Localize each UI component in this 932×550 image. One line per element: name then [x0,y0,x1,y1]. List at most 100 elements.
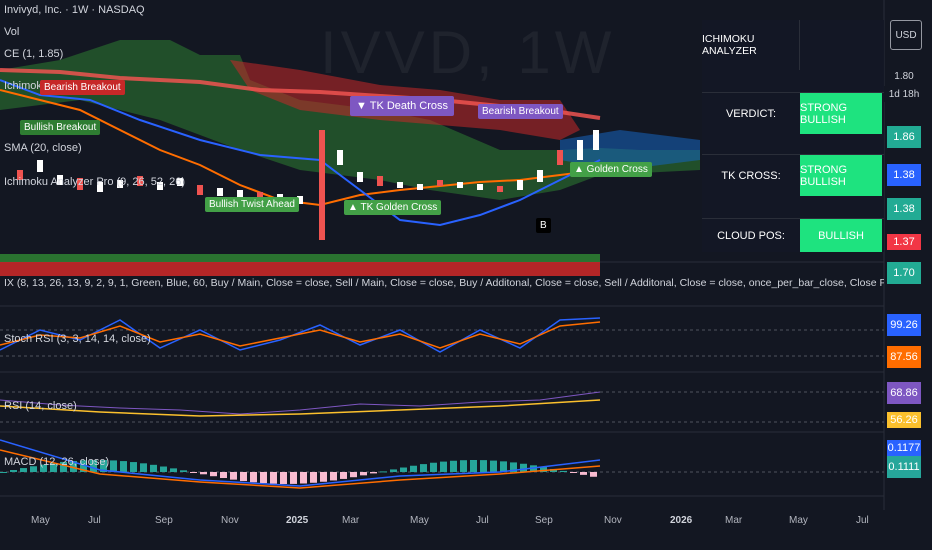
macd-histogram-bar [10,470,17,472]
candle [197,185,203,195]
macd-histogram-bar [350,472,357,478]
legend-analyzer[interactable]: Ichimoku Analyzer Pro (9, 26, 52, 26) [4,176,185,188]
macd-histogram-bar [130,462,137,472]
price-tag-stoch-d: 87.56 [887,346,921,368]
analyzer-value: STRONG BULLISH [800,93,882,134]
macd-histogram-bar [320,472,327,482]
time-axis-label: 2025 [286,515,309,526]
candle [477,184,483,190]
macd-histogram-bar [380,471,387,473]
time-axis-label: May [31,515,50,526]
macd-histogram-bar [420,464,427,472]
time-axis-label: May [410,515,429,526]
analyzer-key: VERDICT: [725,107,777,120]
time-axis-label: Jul [88,515,101,526]
time-axis-label: Jul [856,515,869,526]
price-tag-stoch-k: 99.26 [887,314,921,336]
macd-histogram-bar [490,460,497,472]
rsi-legend[interactable]: RSI (14, close) [4,400,77,412]
legend-chandelier[interactable]: CE (1, 1.85) [4,48,63,60]
macd-histogram-bar [500,461,507,472]
rsi-ma-line [0,399,601,417]
candle [593,130,599,150]
ichimoku-analyzer-table: ICHIMOKU ANALYZER VERDICT: STRONG BULLIS… [702,20,884,252]
tk-death-cross-badge: ▼ TK Death Cross [350,96,454,116]
buy-marker: B [536,218,551,233]
macd-histogram-bar [170,468,177,472]
time-axis-label: 2026 [670,515,693,526]
price-tag-macd-hist: 0.1111 [887,456,921,478]
macd-histogram-bar [150,464,157,472]
bearish-breakout-badge: Bearish Breakout [40,80,125,95]
price-tag-rsi-ma: 56.26 [887,412,921,428]
macd-histogram-bar [300,472,307,484]
macd-histogram-bar [430,462,437,472]
currency-button[interactable]: USD [890,20,922,50]
macd-histogram-bar [330,472,337,481]
time-axis-label: Nov [604,515,622,526]
strategy-legend[interactable]: IX (8, 13, 26, 13, 9, 2, 9, 1, Green, Bl… [4,277,884,289]
macd-legend[interactable]: MACD (12, 26, close) [4,456,109,468]
countdown-price: 1.80 [887,68,921,84]
macd-histogram-bar [450,460,457,472]
macd-histogram-bar [460,460,467,472]
macd-histogram-bar [560,470,567,472]
macd-histogram-bar [230,472,237,480]
candle [417,184,423,190]
bar-countdown: 1d 18h [884,86,924,102]
legend-volume[interactable]: Vol [4,26,19,38]
macd-histogram-bar [360,472,367,476]
macd-histogram-bar [310,472,317,483]
analyzer-row-tk-cross: TK CROSS: STRONG BULLISH [702,154,884,196]
macd-histogram-bar [280,472,287,484]
macd-histogram-bar [260,472,267,484]
candle [437,180,443,186]
macd-histogram-bar [440,461,447,472]
macd-histogram-bar [220,472,227,479]
lower-panes [0,254,601,489]
price-tag-macd: 0.1177 [887,440,921,456]
tk-golden-cross-badge: ▲ TK Golden Cross [344,200,442,215]
macd-histogram-bar [580,472,587,475]
macd-histogram-bar [340,472,347,479]
macd-histogram-bar [390,469,397,472]
macd-histogram-bar [480,460,487,472]
candle [397,182,403,188]
stoch-rsi-legend[interactable]: Stoch RSI (3, 3, 14, 14, close) [4,333,151,345]
macd-histogram-bar [470,460,477,472]
macd-histogram-bar [160,466,167,472]
macd-histogram-bar [180,470,187,472]
macd-histogram-bar [120,461,127,472]
candle [319,130,325,240]
macd-histogram-bar [590,472,597,477]
price-tag-rsi: 68.86 [887,382,921,404]
candle [497,186,503,192]
time-axis-label: Mar [342,515,360,526]
macd-histogram-bar [290,472,297,484]
candle [577,140,583,160]
symbol-title[interactable]: Invivyd, Inc. · 1W · NASDAQ [4,4,145,16]
bullish-breakout-badge: Bullish Breakout [20,120,101,135]
candle [517,180,523,190]
price-tag-cloud: 1.37 [887,234,921,250]
candle [37,160,43,172]
strategy-band-green [0,254,600,262]
macd-histogram-bar [210,472,217,477]
macd-histogram-bar [0,472,7,473]
macd-histogram-bar [410,465,417,472]
price-tag-kijun: 1.38 [887,198,921,220]
candle [537,170,543,182]
candle [377,176,383,186]
analyzer-value: STRONG BULLISH [800,155,882,196]
golden-cross-badge: ▲ Golden Cross [570,162,652,177]
legend-sma[interactable]: SMA (20, close) [4,142,82,154]
candle [337,150,343,165]
macd-histogram-bar [250,472,257,483]
time-axis-label: Sep [535,515,553,526]
strategy-band-red [0,262,600,276]
time-axis-label: May [789,515,808,526]
candle [217,188,223,196]
chart-root[interactable]: IVVD, 1W Invivyd, Inc. · 1W · NASDAQ Vol… [0,0,932,550]
bearish-breakout-badge-2: Bearish Breakout [478,104,563,119]
candle [557,150,563,165]
